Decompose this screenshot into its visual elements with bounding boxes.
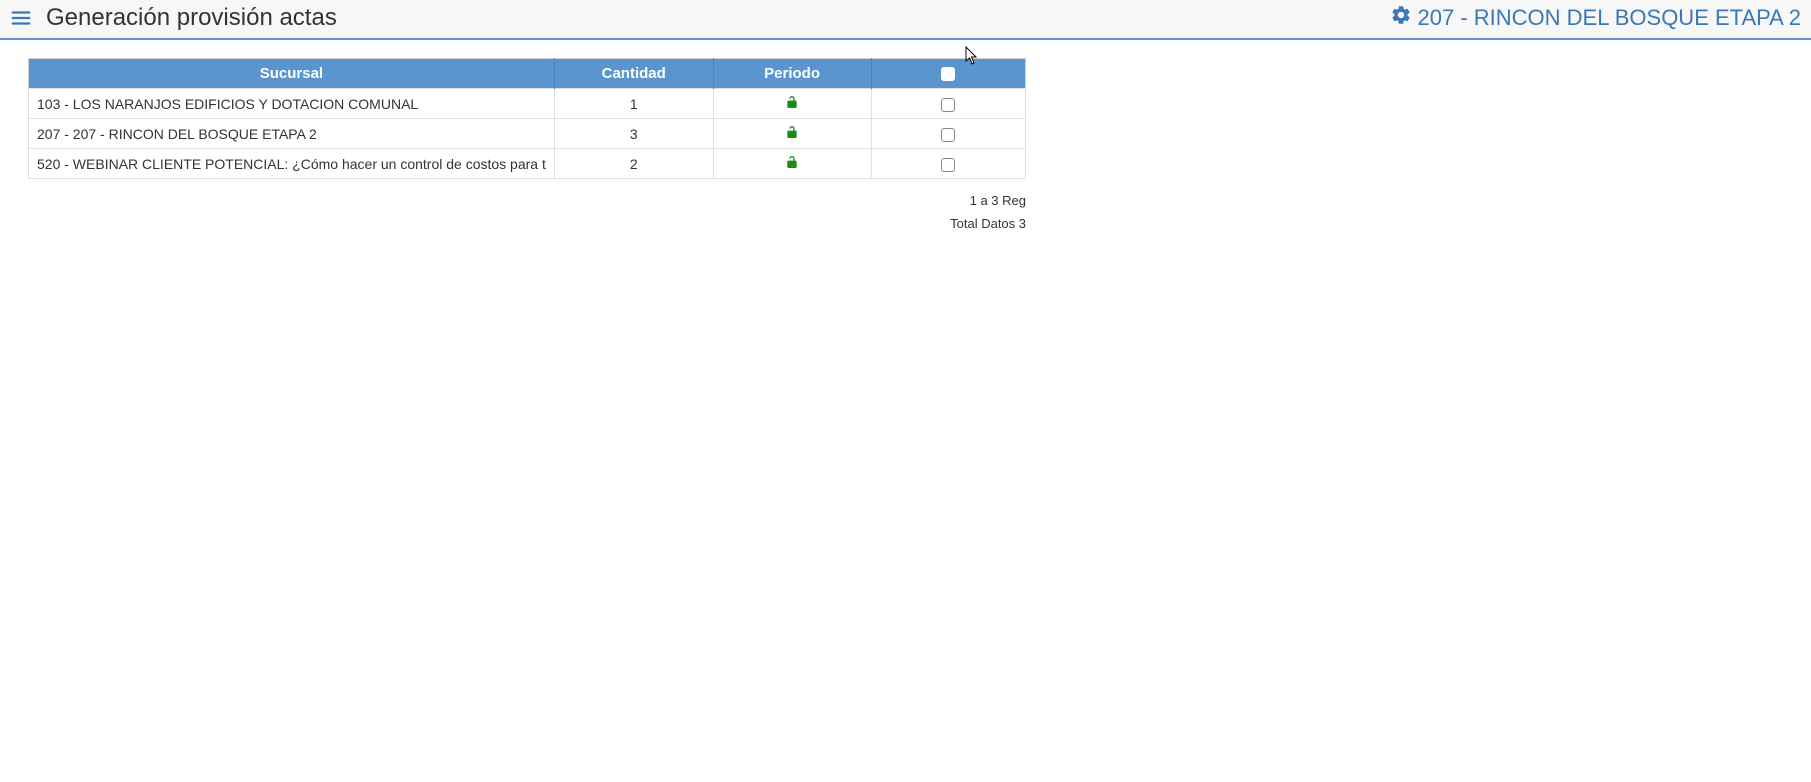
select-all-checkbox[interactable] [941,67,955,81]
cell-periodo [713,119,871,149]
cell-select [871,149,1025,179]
table-row[interactable]: 520 - WEBINAR CLIENTE POTENCIAL: ¿Cómo h… [29,149,1026,179]
table-row[interactable]: 103 - LOS NARANJOS EDIFICIOS Y DOTACION … [29,89,1026,119]
header-periodo[interactable]: Periodo [713,59,871,89]
main-content: Sucursal Cantidad Periodo 103 - LOS NARA… [0,40,1811,254]
cell-cantidad: 1 [554,89,713,119]
cell-select [871,119,1025,149]
unlock-icon[interactable] [784,94,800,110]
cell-cantidad: 3 [554,119,713,149]
cell-periodo [713,149,871,179]
row-checkbox[interactable] [941,128,955,142]
sucursales-table: Sucursal Cantidad Periodo 103 - LOS NARA… [28,58,1026,179]
table-footer: 1 a 3 Reg Total Datos 3 [28,189,1026,236]
cell-sucursal: 207 - 207 - RINCON DEL BOSQUE ETAPA 2 [29,119,555,149]
context-selector[interactable]: 207 - RINCON DEL BOSQUE ETAPA 2 [1390,4,1802,32]
app-header: Generación provisión actas 207 - RINCON … [0,0,1811,40]
header-sucursal[interactable]: Sucursal [29,59,555,89]
header-select [871,59,1025,89]
page-title: Generación provisión actas [46,4,337,32]
unlock-icon[interactable] [784,154,800,170]
table-header-row: Sucursal Cantidad Periodo [29,59,1026,89]
header-cantidad[interactable]: Cantidad [554,59,713,89]
gear-icon [1390,4,1412,32]
header-left: Generación provisión actas [10,4,337,32]
cell-periodo [713,89,871,119]
row-checkbox[interactable] [941,158,955,172]
record-range: 1 a 3 Reg [28,189,1026,212]
cell-cantidad: 2 [554,149,713,179]
context-label: 207 - RINCON DEL BOSQUE ETAPA 2 [1418,5,1802,31]
row-checkbox[interactable] [941,98,955,112]
cell-sucursal: 103 - LOS NARANJOS EDIFICIOS Y DOTACION … [29,89,555,119]
unlock-icon[interactable] [784,124,800,140]
table-row[interactable]: 207 - 207 - RINCON DEL BOSQUE ETAPA 2 3 [29,119,1026,149]
menu-icon[interactable] [10,7,32,29]
record-total: Total Datos 3 [28,212,1026,235]
cell-select [871,89,1025,119]
cell-sucursal: 520 - WEBINAR CLIENTE POTENCIAL: ¿Cómo h… [29,149,555,179]
